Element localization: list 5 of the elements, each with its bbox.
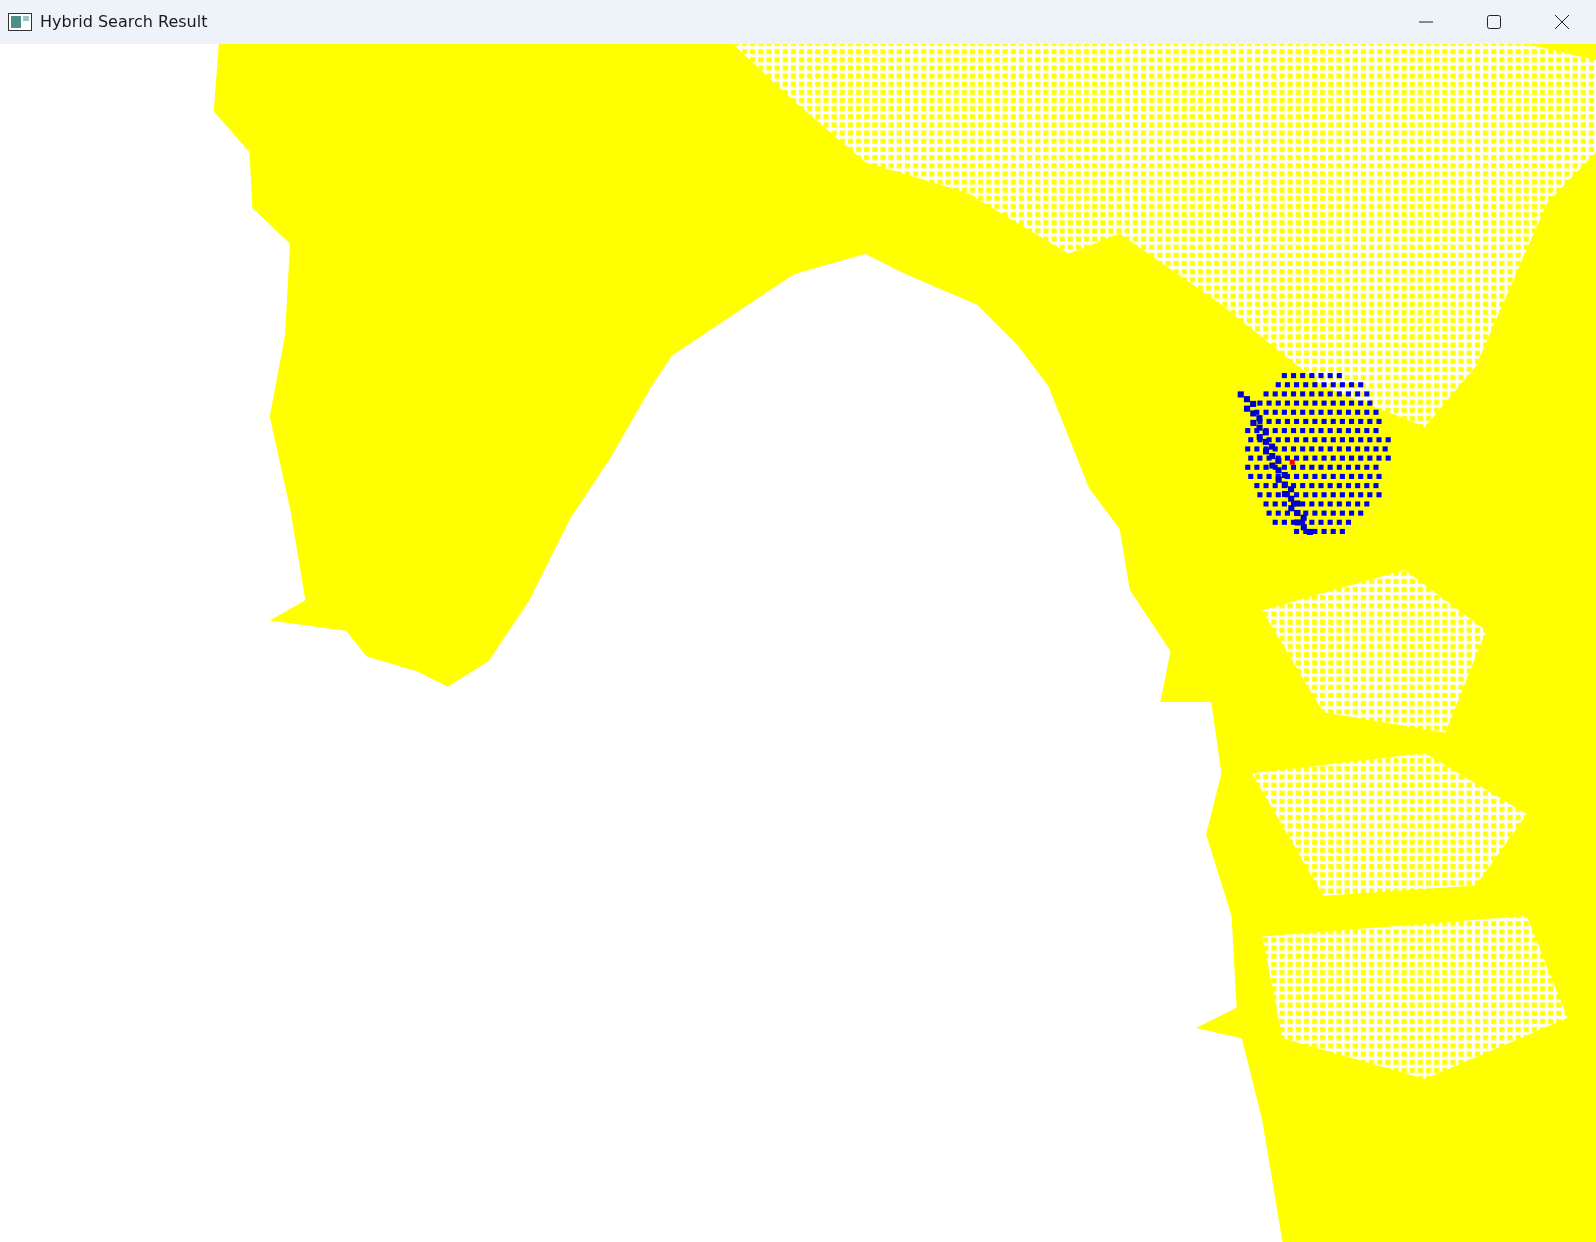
close-icon [1555, 15, 1569, 29]
maximize-icon [1487, 15, 1501, 29]
app-icon [8, 13, 32, 31]
window-title: Hybrid Search Result [40, 11, 209, 33]
query-point-marker [1289, 459, 1295, 465]
